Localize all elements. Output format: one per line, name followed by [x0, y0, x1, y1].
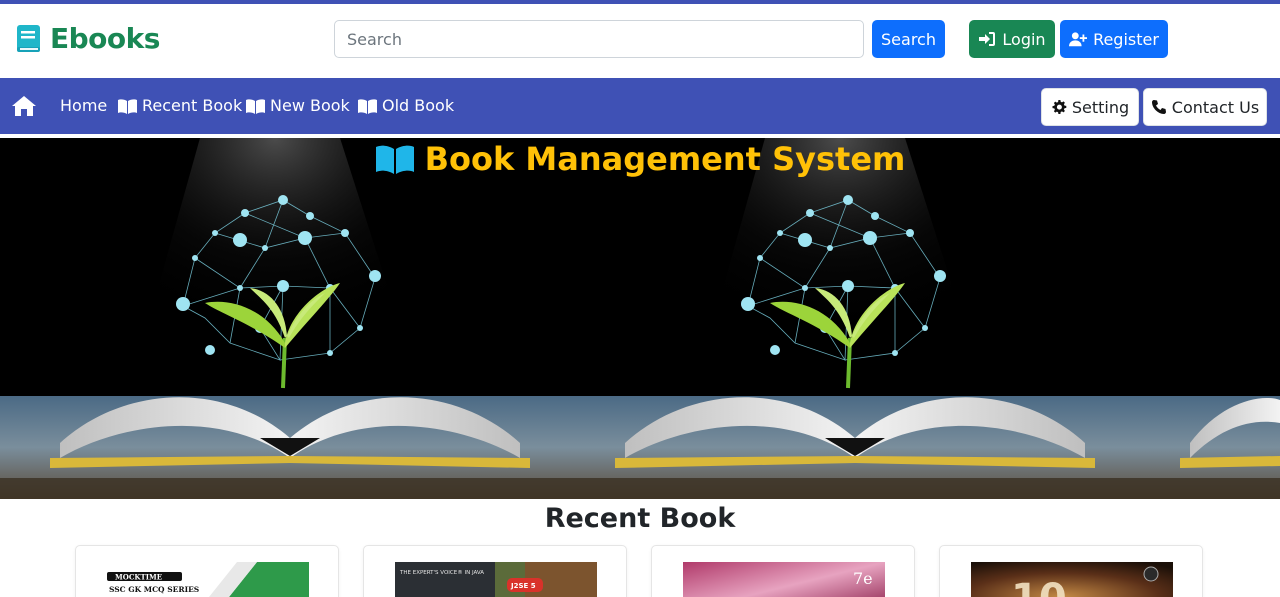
book-cover-image: MOCKTIME SSC GK MCQ SERIES [107, 562, 309, 597]
main-navbar: Home Recent Book New Book Old Book Setti… [0, 78, 1280, 134]
login-button[interactable]: Login [969, 20, 1055, 58]
book-icon [17, 24, 40, 52]
user-plus-icon [1069, 32, 1088, 47]
hero-title-text: Book Management System [424, 140, 906, 178]
book-cover-line: J2SE 5 [510, 582, 536, 590]
search-input[interactable] [334, 20, 864, 58]
search-button-label: Search [881, 29, 936, 49]
book-card[interactable]: 10 [939, 545, 1203, 597]
hero-banner: Book Management System [0, 138, 1280, 499]
nav-item-new-book-label: New Book [270, 96, 350, 115]
book-open-icon [358, 98, 377, 114]
book-cover-image: 7e [683, 562, 885, 597]
contact-us-button[interactable]: Contact Us [1143, 88, 1267, 126]
book-cover-line: THE EXPERT'S VOICE® IN JAVA [399, 569, 484, 576]
hero-image-panel [1130, 138, 1280, 499]
register-button[interactable]: Register [1060, 20, 1168, 58]
brand[interactable]: Ebooks [16, 22, 160, 55]
nav-item-old-book[interactable]: Old Book [358, 96, 454, 115]
hero-image-panel [565, 138, 1130, 499]
header: Ebooks Search Login Register [0, 4, 1280, 78]
nav-item-recent-book-label: Recent Book [142, 96, 243, 115]
recent-book-heading: Recent Book [544, 503, 736, 534]
login-label: Login [1002, 29, 1046, 49]
book-open-icon [246, 98, 265, 114]
book-open-icon [375, 145, 414, 174]
nav-item-home[interactable]: Home [60, 96, 107, 115]
search-button[interactable]: Search [872, 20, 945, 58]
brand-name: Ebooks [50, 22, 160, 55]
contact-us-label: Contact Us [1171, 97, 1260, 117]
setting-label: Setting [1071, 97, 1130, 117]
book-cover-image: 10 [971, 562, 1173, 597]
nav-item-old-book-label: Old Book [382, 96, 455, 115]
phone-icon [1151, 100, 1166, 114]
nav-item-new-book[interactable]: New Book [246, 96, 350, 115]
book-card[interactable]: THE EXPERT'S VOICE® IN JAVA J2SE 5 [363, 545, 627, 597]
book-cover-image: THE EXPERT'S VOICE® IN JAVA J2SE 5 [395, 562, 597, 597]
home-icon[interactable] [11, 95, 37, 117]
gear-icon [1052, 100, 1067, 114]
book-cover-line: 10 [1011, 576, 1067, 597]
book-card[interactable]: 7e [651, 545, 915, 597]
book-cover-line: SSC GK MCQ SERIES [109, 585, 199, 594]
book-card[interactable]: MOCKTIME SSC GK MCQ SERIES [75, 545, 339, 597]
setting-button[interactable]: Setting [1041, 88, 1139, 126]
hero-image-panel [0, 138, 565, 499]
nav-item-home-label: Home [60, 96, 108, 115]
sign-in-icon [979, 32, 996, 46]
book-cover-line: 7e [853, 569, 873, 588]
book-cover-line: MOCKTIME [115, 573, 162, 582]
nav-item-recent-book[interactable]: Recent Book [118, 96, 242, 115]
hero-title: Book Management System [0, 140, 1280, 178]
register-label: Register [1093, 29, 1159, 49]
book-open-icon [118, 98, 137, 114]
